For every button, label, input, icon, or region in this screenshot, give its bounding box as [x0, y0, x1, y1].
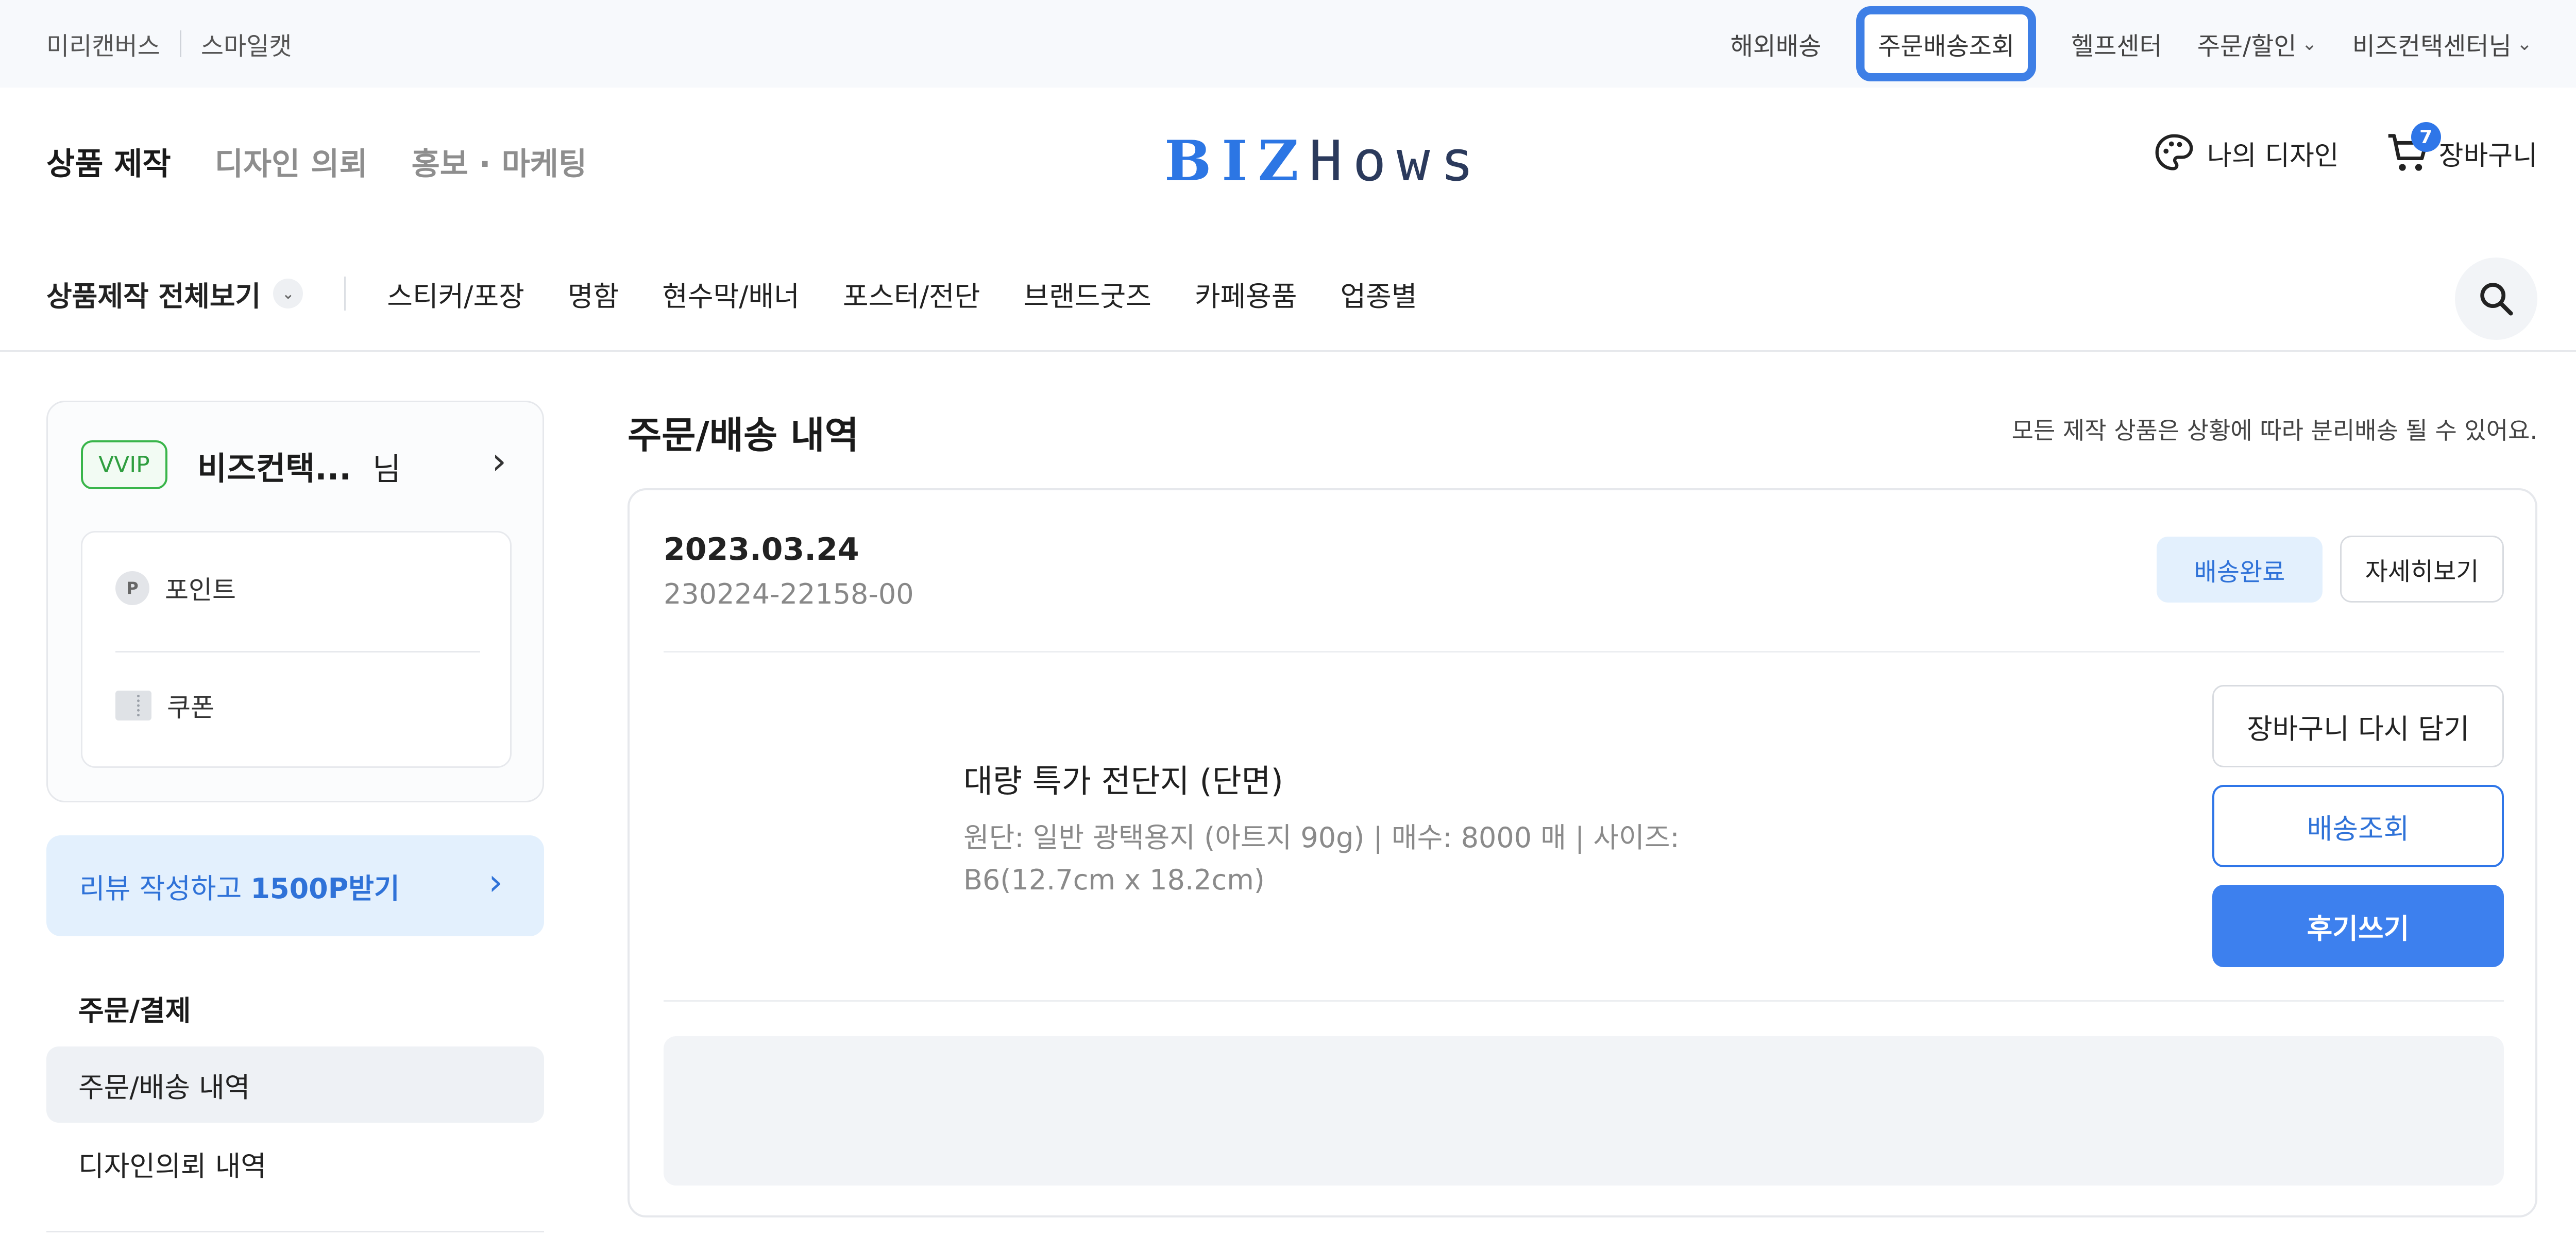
menu-section-title: 주문/결제	[78, 994, 191, 1027]
review-banner-bold: 1500P받기	[250, 872, 400, 905]
category-cafe-supplies[interactable]: 카페용품	[1195, 273, 1297, 314]
logo-biz: BIZ	[1164, 129, 1309, 194]
add-to-cart-again-button[interactable]: 장바구니 다시 담기	[2212, 685, 2504, 767]
category-by-industry[interactable]: 업종별	[1341, 273, 1417, 314]
category-list: 스티커/포장 명함 현수막/배너 포스터/전단 브랜드굿즈 카페용품 업종별	[387, 273, 1417, 314]
status-badge: 배송완료	[2157, 537, 2323, 603]
logo-hows: Hows	[1309, 129, 1484, 194]
order-card: 2023.03.24 230224-22158-00 배송완료 자세히보기 대량…	[628, 488, 2537, 1217]
vvip-badge: VVIP	[81, 440, 167, 489]
order-divider	[664, 651, 2504, 653]
order-tracking-link[interactable]: 주문배송조회	[1856, 6, 2037, 81]
chevron-right-icon: ›	[488, 861, 503, 903]
my-design-link[interactable]: 나의 디자인	[2153, 131, 2339, 175]
my-design-label: 나의 디자인	[2207, 140, 2339, 171]
help-center-link[interactable]: 헬프센터	[2071, 26, 2162, 62]
bizhows-logo[interactable]: BIZHows	[1164, 129, 1484, 194]
header: 상품 제작 디자인 의뢰 홍보 · 마케팅 BIZHows 나의 디자인 7 장…	[0, 88, 2576, 352]
review-banner-prefix: 리뷰 작성하고	[79, 872, 251, 905]
shipping-notice: 모든 제작 상품은 상황에 따라 분리배송 될 수 있어요.	[2011, 417, 2537, 444]
order-discount-label: 주문/할인	[2197, 32, 2297, 61]
cart-count-badge: 7	[2411, 122, 2441, 152]
point-label: 포인트	[165, 575, 236, 605]
user-name: 비즈컨택센터님	[2352, 32, 2512, 61]
search-button[interactable]	[2455, 258, 2537, 340]
category-all-dropdown[interactable]: 상품제작 전체보기 ⌄	[46, 273, 303, 314]
order-number: 230224-22158-00	[664, 578, 914, 610]
order-info-panel	[664, 1036, 2504, 1186]
order-date: 2023.03.24	[664, 531, 859, 568]
utility-divider	[179, 30, 181, 57]
page-title: 주문/배송 내역	[628, 414, 859, 457]
category-all-label: 상품제작 전체보기	[46, 280, 261, 313]
miricanvas-link[interactable]: 미리캔버스	[46, 26, 160, 62]
point-row[interactable]: P 포인트	[115, 570, 236, 607]
search-icon	[2480, 283, 2513, 316]
nav-product-making[interactable]: 상품 제작	[46, 139, 171, 184]
write-review-button[interactable]: 후기쓰기	[2212, 885, 2504, 967]
review-reward-banner[interactable]: 리뷰 작성하고 1500P받기 ›	[46, 835, 544, 936]
order-tracking-label: 주문배송조회	[1878, 32, 2015, 61]
utility-bar: 미리캔버스 스마일캣 해외배송 주문배송조회 헬프센터 주문/할인 ⌄ 비즈컨택…	[0, 0, 2576, 88]
menu-item-order-history-label: 주문/배송 내역	[78, 1071, 250, 1104]
category-poster-flyer[interactable]: 포스터/전단	[843, 273, 980, 314]
category-brand-goods[interactable]: 브랜드굿즈	[1023, 273, 1151, 314]
coupon-label: 쿠폰	[167, 693, 214, 723]
cart-label: 장바구니	[2438, 140, 2537, 171]
menu-item-design-request-history[interactable]: 디자인의뢰 내역	[78, 1143, 266, 1184]
cart-link[interactable]: 7 장바구니	[2385, 122, 2537, 175]
menu-item-order-history[interactable]: 주문/배송 내역	[46, 1046, 544, 1123]
user-menu[interactable]: 비즈컨택센터님 ⌄	[2352, 26, 2532, 62]
palette-icon	[2155, 134, 2193, 170]
chevron-right-icon[interactable]: ›	[492, 439, 506, 483]
chevron-down-icon: ⌄	[2301, 33, 2317, 55]
sidebar-divider	[46, 1231, 544, 1232]
point-icon: P	[115, 571, 149, 605]
category-banner[interactable]: 현수막/배너	[662, 273, 800, 314]
order-divider	[664, 1000, 2504, 1002]
product-spec: 원단: 일반 광택용지 (아트지 90g) | 매수: 8000 매 | 사이즈…	[963, 821, 1680, 896]
main-nav: 상품 제작 디자인 의뢰 홍보 · 마케팅	[46, 139, 587, 184]
category-divider	[344, 277, 346, 311]
benefits-box: P 포인트 쿠폰	[81, 531, 512, 768]
coupon-row[interactable]: 쿠폰	[115, 687, 214, 724]
benefits-divider	[115, 651, 480, 653]
nav-design-request[interactable]: 디자인 의뢰	[215, 139, 368, 184]
track-delivery-button[interactable]: 배송조회	[2212, 785, 2504, 867]
category-business-card[interactable]: 명함	[568, 273, 619, 314]
utility-right-links: 해외배송 주문배송조회 헬프센터 주문/할인 ⌄ 비즈컨택센터님 ⌄	[1730, 0, 2532, 88]
header-actions: 나의 디자인 7 장바구니	[2153, 122, 2537, 175]
product-name: 대량 특가 전단지 (단면)	[963, 762, 1283, 800]
chevron-down-icon: ⌄	[273, 279, 303, 308]
utility-left-links: 미리캔버스 스마일캣	[46, 0, 292, 88]
member-suffix: 님	[372, 452, 401, 488]
chevron-down-icon: ⌄	[2516, 33, 2532, 55]
category-nav: 상품제작 전체보기 ⌄ 스티커/포장 명함 현수막/배너 포스터/전단 브랜드굿…	[46, 263, 1417, 324]
order-detail-button[interactable]: 자세히보기	[2340, 536, 2504, 603]
nav-promotion-marketing[interactable]: 홍보 · 마케팅	[412, 139, 587, 184]
profile-card: VVIP 비즈컨택... 님 › P 포인트 쿠폰	[46, 401, 544, 802]
coupon-icon	[115, 691, 151, 720]
order-discount-menu[interactable]: 주문/할인 ⌄	[2197, 26, 2317, 62]
overseas-shipping-link[interactable]: 해외배송	[1730, 26, 1821, 62]
smilecat-link[interactable]: 스마일캣	[201, 26, 292, 62]
category-sticker-packaging[interactable]: 스티커/포장	[387, 273, 524, 314]
review-banner-text: 리뷰 작성하고 1500P받기	[79, 835, 400, 936]
member-name: 비즈컨택...	[197, 450, 351, 487]
